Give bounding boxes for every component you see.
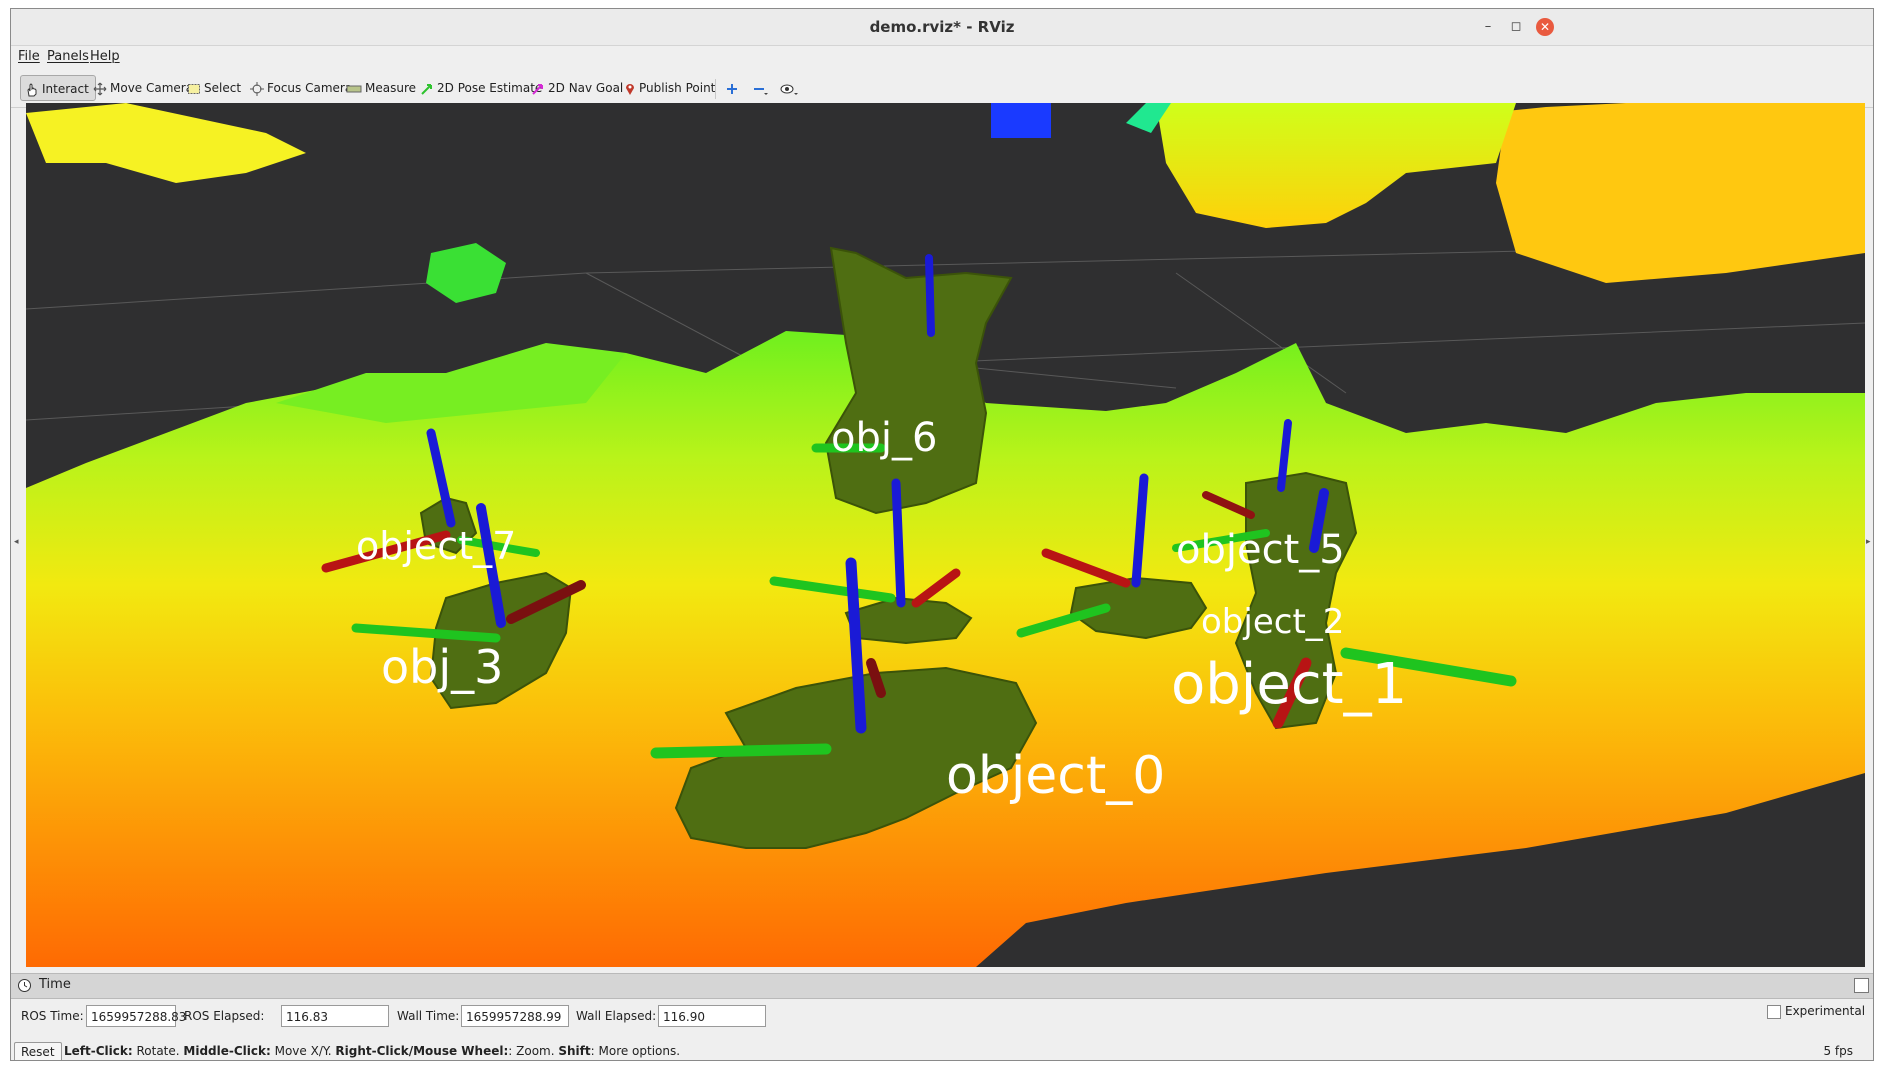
select-icon — [188, 83, 200, 94]
menu-file[interactable]: File — [18, 49, 40, 64]
menu-bar: File Panels Help — [11, 46, 1873, 68]
select-label: Select — [204, 81, 242, 95]
hint-key: Shift — [558, 1044, 591, 1058]
maximize-button[interactable]: ◻ — [1507, 18, 1525, 36]
rviz-window: demo.rviz* - RViz – ◻ ✕ File Panels Help… — [10, 8, 1874, 1061]
toolbar-separator — [715, 79, 716, 99]
ros-time-field[interactable]: 1659957288.83 — [86, 1005, 186, 1027]
hint-text: : More options. — [590, 1044, 681, 1058]
move-camera-tool-button[interactable]: Move Camera — [93, 75, 193, 101]
ros-elapsed-field[interactable]: 116.83 — [281, 1005, 389, 1027]
object-label-6: obj_6 — [831, 415, 937, 461]
menu-panels[interactable]: Panels — [47, 49, 89, 64]
select-tool-button[interactable]: Select — [187, 75, 241, 101]
wall-time-field[interactable]: 1659957288.99 — [461, 1005, 569, 1027]
measure-label: Measure — [365, 81, 416, 95]
object-label-2: object_2 — [1201, 602, 1344, 642]
hint-text: Rotate. — [132, 1044, 184, 1058]
focus-camera-label: Focus Camera — [267, 81, 353, 95]
nav-goal-label: 2D Nav Goal — [548, 81, 624, 95]
scene-3d[interactable]: obj_6 object_7 obj_3 object_5 object_1 o… — [26, 103, 1865, 967]
close-button[interactable]: ✕ — [1536, 18, 1554, 36]
plus-icon — [727, 83, 737, 94]
ruler-icon — [346, 85, 362, 92]
minus-icon — [754, 87, 768, 95]
interact-tool-button[interactable]: Interact — [20, 75, 96, 101]
right-dock-handle[interactable]: ▸ — [1866, 537, 1872, 547]
menu-help[interactable]: Help — [90, 49, 120, 64]
wall-time-label: Wall Time: — [397, 1009, 460, 1023]
move-camera-icon — [93, 82, 107, 95]
eye-icon — [780, 84, 798, 95]
axis-y — [650, 743, 832, 759]
hint-key: Left-Click: — [64, 1044, 133, 1058]
measure-tool-button[interactable]: Measure — [346, 75, 416, 101]
object-label-7: object_7 — [356, 524, 516, 568]
blue-point-patch — [991, 103, 1051, 138]
hint-text: : Zoom. — [508, 1044, 559, 1058]
wall-elapsed-field[interactable]: 116.90 — [658, 1005, 766, 1027]
hand-icon — [27, 82, 37, 96]
ros-time-label: ROS Time: — [21, 1009, 84, 1023]
publish-point-label: Publish Point — [639, 81, 716, 95]
render-viewport[interactable]: obj_6 object_7 obj_3 object_5 object_1 o… — [26, 103, 1865, 967]
point-cloud-wall-mid — [1156, 103, 1516, 228]
time-panel-header[interactable]: Time — [11, 973, 1873, 999]
status-bar: Reset Left-Click: Rotate. Middle-Click: … — [11, 1039, 1873, 1060]
view-options-button[interactable] — [780, 75, 803, 101]
hint-text: Move X/Y. — [270, 1044, 336, 1058]
pose-arrow-icon — [421, 83, 432, 95]
mouse-hint-text: Left-Click: Rotate. Middle-Click: Move X… — [64, 1044, 680, 1058]
nav-goal-tool-button[interactable]: 2D Nav Goal — [531, 75, 623, 101]
axis-z — [891, 478, 906, 608]
object-label-3: obj_3 — [381, 640, 503, 694]
clock-icon — [18, 979, 31, 992]
hint-key: Middle-Click: — [183, 1044, 271, 1058]
add-tool-button[interactable] — [725, 75, 742, 101]
experimental-label: Experimental — [1785, 1004, 1866, 1018]
title-bar[interactable]: demo.rviz* - RViz – ◻ ✕ — [11, 9, 1873, 46]
pose-estimate-label: 2D Pose Estimate — [437, 81, 543, 95]
reset-button[interactable]: Reset — [14, 1042, 62, 1060]
interact-tool-label: Interact — [42, 82, 89, 96]
wall-elapsed-label: Wall Elapsed: — [576, 1009, 657, 1023]
nav-arrow-icon — [532, 83, 543, 95]
map-pin-icon — [626, 83, 634, 95]
point-cloud-wall-left — [26, 103, 306, 183]
minimize-button[interactable]: – — [1479, 18, 1497, 36]
object-label-0: object_0 — [946, 746, 1165, 806]
axis-z — [925, 254, 935, 337]
move-camera-label: Move Camera — [110, 81, 194, 95]
hint-key: Right-Click/Mouse Wheel: — [335, 1044, 509, 1058]
focus-camera-tool-button[interactable]: Focus Camera — [250, 75, 352, 101]
fps-readout: 5 fps — [1823, 1044, 1853, 1058]
remove-tool-button[interactable] — [752, 75, 773, 101]
window-title: demo.rviz* - RViz — [869, 18, 1015, 36]
panel-float-button[interactable] — [1854, 978, 1869, 993]
object-label-1: object_1 — [1171, 652, 1407, 717]
publish-point-tool-button[interactable]: Publish Point — [624, 75, 715, 101]
point-cloud-wall-right — [1496, 103, 1865, 283]
time-fields: ROS Time: 1659957288.83 ROS Elapsed: 116… — [11, 999, 1873, 1035]
pose-estimate-tool-button[interactable]: 2D Pose Estimate — [420, 75, 542, 101]
experimental-checkbox[interactable] — [1767, 1005, 1781, 1019]
point-cloud-green-blob — [426, 243, 506, 303]
object-label-5: object_5 — [1176, 527, 1345, 573]
left-dock-handle[interactable]: ◂ — [14, 537, 20, 547]
time-panel-title: Time — [39, 977, 71, 992]
focus-camera-icon — [250, 81, 264, 96]
ros-elapsed-label: ROS Elapsed: — [184, 1009, 265, 1023]
